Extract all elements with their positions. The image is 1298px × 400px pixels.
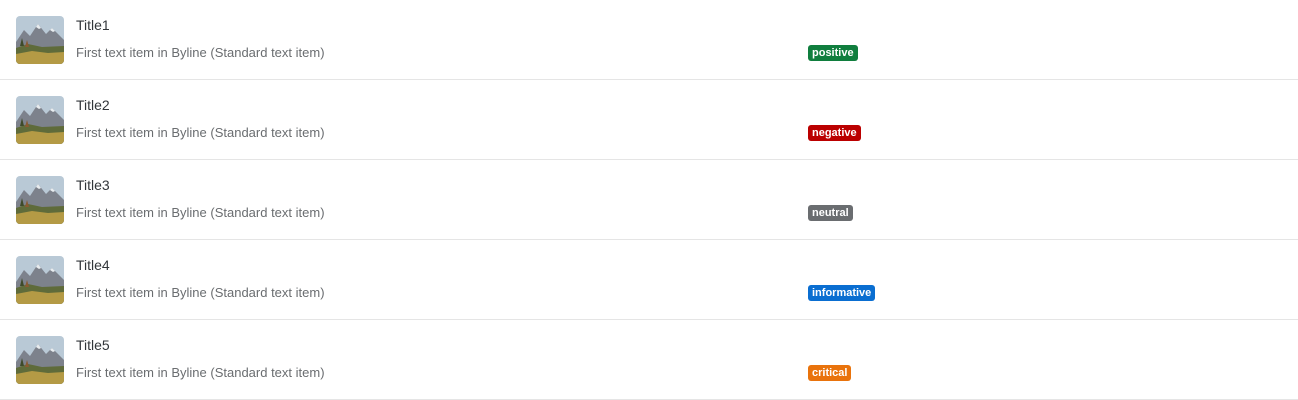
item-title: Title4: [76, 257, 110, 273]
list-item[interactable]: Title2 First text item in Byline (Standa…: [0, 80, 1298, 160]
thumbnail-image: [16, 176, 64, 224]
item-title: Title3: [76, 177, 110, 193]
status-badge: critical: [808, 365, 852, 381]
status-badge: neutral: [808, 205, 853, 221]
status-badge: negative: [808, 125, 861, 141]
item-byline: First text item in Byline (Standard text…: [76, 365, 325, 380]
object-list: Title1 First text item in Byline (Standa…: [0, 0, 1298, 400]
item-title: Title5: [76, 337, 110, 353]
list-item[interactable]: Title1 First text item in Byline (Standa…: [0, 0, 1298, 80]
list-item[interactable]: Title4 First text item in Byline (Standa…: [0, 240, 1298, 320]
item-byline: First text item in Byline (Standard text…: [76, 205, 325, 220]
list-item[interactable]: Title3 First text item in Byline (Standa…: [0, 160, 1298, 240]
thumbnail-image: [16, 96, 64, 144]
list-item[interactable]: Title5 First text item in Byline (Standa…: [0, 320, 1298, 400]
item-byline: First text item in Byline (Standard text…: [76, 125, 325, 140]
thumbnail-image: [16, 16, 64, 64]
thumbnail-image: [16, 336, 64, 384]
item-title: Title1: [76, 17, 110, 33]
item-byline: First text item in Byline (Standard text…: [76, 45, 325, 60]
item-title: Title2: [76, 97, 110, 113]
item-byline: First text item in Byline (Standard text…: [76, 285, 325, 300]
thumbnail-image: [16, 256, 64, 304]
status-badge: informative: [808, 285, 876, 301]
status-badge: positive: [808, 45, 858, 61]
